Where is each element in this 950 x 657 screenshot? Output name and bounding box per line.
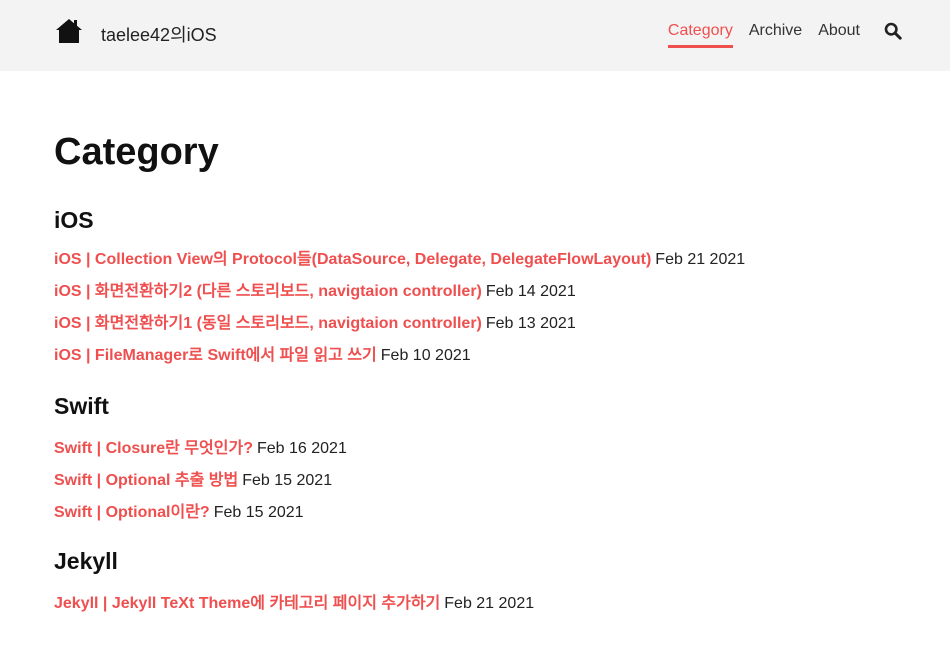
post-date: Feb 15 2021 bbox=[242, 472, 333, 489]
site-title[interactable]: taelee42의iOS bbox=[101, 21, 217, 47]
nav-item-about[interactable]: About bbox=[818, 22, 860, 48]
post-date: Feb 21 2021 bbox=[655, 251, 746, 268]
post-link[interactable]: iOS | 화면전환하기2 (다른 스토리보드, navigtaion cont… bbox=[54, 283, 482, 300]
search-icon[interactable] bbox=[884, 22, 902, 40]
site-header: taelee42의iOS Category Archive About bbox=[0, 0, 950, 71]
category-section-swift: Swift Swift | Closure란 무엇인가? Feb 16 2021 … bbox=[54, 392, 950, 535]
post-date: Feb 21 2021 bbox=[444, 595, 535, 612]
list-item: Swift | Optional 추출 방법 Feb 15 2021 bbox=[54, 471, 950, 503]
post-date: Feb 14 2021 bbox=[485, 283, 576, 300]
main-content: Category iOS iOS | Collection View의 Prot… bbox=[54, 71, 950, 626]
post-link[interactable]: Swift | Closure란 무엇인가? bbox=[54, 440, 253, 457]
page-title: Category bbox=[54, 131, 219, 173]
category-section-jekyll: Jekyll Jekyll | Jekyll TeXt Theme에 카테고리 … bbox=[54, 547, 950, 626]
post-date: Feb 16 2021 bbox=[256, 440, 347, 457]
post-list-swift: Swift | Closure란 무엇인가? Feb 16 2021 Swift … bbox=[54, 439, 950, 535]
nav-item-archive[interactable]: Archive bbox=[749, 22, 802, 48]
post-link[interactable]: iOS | Collection View의 Protocol들(DataSou… bbox=[54, 251, 651, 268]
post-list-ios: iOS | Collection View의 Protocol들(DataSou… bbox=[54, 250, 950, 378]
post-date: Feb 15 2021 bbox=[213, 504, 304, 521]
category-section-ios: iOS iOS | Collection View의 Protocol들(Dat… bbox=[54, 206, 950, 378]
section-heading-ios: iOS bbox=[54, 207, 94, 233]
post-date: Feb 10 2021 bbox=[380, 347, 471, 364]
post-link[interactable]: iOS | 화면전환하기1 (동일 스토리보드, navigtaion cont… bbox=[54, 315, 482, 332]
home-icon[interactable] bbox=[55, 18, 83, 44]
post-date: Feb 13 2021 bbox=[485, 315, 576, 332]
list-item: Jekyll | Jekyll TeXt Theme에 카테고리 페이지 추가하… bbox=[54, 594, 950, 626]
section-heading-swift: Swift bbox=[54, 393, 109, 419]
post-link[interactable]: iOS | FileManager로 Swift에서 파일 읽고 쓰기 bbox=[54, 347, 377, 364]
section-heading-jekyll: Jekyll bbox=[54, 548, 118, 574]
main-nav: Category Archive About bbox=[652, 22, 902, 48]
list-item: Swift | Optional이란? Feb 15 2021 bbox=[54, 503, 950, 535]
post-link[interactable]: Swift | Optional이란? bbox=[54, 504, 210, 521]
post-link[interactable]: Swift | Optional 추출 방법 bbox=[54, 472, 238, 489]
list-item: Swift | Closure란 무엇인가? Feb 16 2021 bbox=[54, 439, 950, 471]
post-link[interactable]: Jekyll | Jekyll TeXt Theme에 카테고리 페이지 추가하… bbox=[54, 595, 440, 612]
post-list-jekyll: Jekyll | Jekyll TeXt Theme에 카테고리 페이지 추가하… bbox=[54, 594, 950, 626]
list-item: iOS | Collection View의 Protocol들(DataSou… bbox=[54, 250, 950, 282]
nav-item-category[interactable]: Category bbox=[667, 22, 733, 48]
list-item: iOS | 화면전환하기2 (다른 스토리보드, navigtaion cont… bbox=[54, 282, 950, 314]
list-item: iOS | 화면전환하기1 (동일 스토리보드, navigtaion cont… bbox=[54, 314, 950, 346]
list-item: iOS | FileManager로 Swift에서 파일 읽고 쓰기 Feb 1… bbox=[54, 346, 950, 378]
